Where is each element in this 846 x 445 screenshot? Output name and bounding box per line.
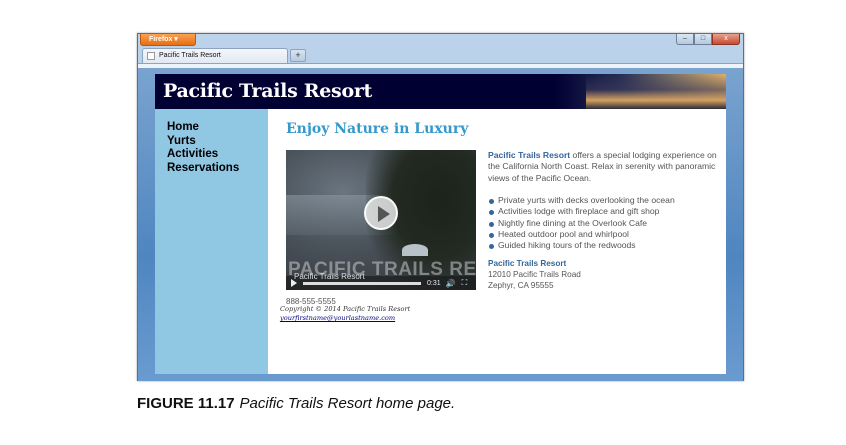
maximize-button[interactable]: □ [694,34,712,45]
window-controls: – □ x [676,34,740,45]
site-title: Pacific Trails Resort [163,80,373,102]
web-page: Pacific Trails Resort Home Yurts Activit… [155,74,726,374]
tab-title: Pacific Trails Resort [159,52,221,59]
browser-tab[interactable]: Pacific Trails Resort [142,48,288,63]
page-icon [147,52,155,60]
nav-link-reservations[interactable]: Reservations [167,162,268,176]
figure-caption: FIGURE 11.17 Pacific Trails Resort home p… [137,395,455,412]
intro-brand: Pacific Trails Resort [488,150,571,160]
copyright-text: Copyright © 2014 Pacific Trails Resort [280,305,411,313]
nav-link-yurts[interactable]: Yurts [167,135,268,149]
video-player[interactable]: PACIFIC TRAILS RESORT 0:31 🔊 ⛶ Pacific T… [286,150,476,290]
browser-content: Pacific Trails Resort Home Yurts Activit… [138,68,743,381]
tab-bar: Pacific Trails Resort + [138,48,743,63]
address-name: Pacific Trails Resort [488,259,567,268]
features-list: Private yurts with decks overlooking the… [488,195,720,251]
firefox-menu-button[interactable]: Firefox ▾ [140,34,196,46]
browser-window: Firefox ▾ – □ x Pacific Trails Resort + … [137,33,744,381]
video-title: Pacific Trails Resort [294,272,365,281]
nav-link-home[interactable]: Home [167,121,268,135]
site-header: Pacific Trails Resort [155,74,726,109]
main-content: Enjoy Nature in Luxury PACIFIC TRAILS RE… [268,109,726,374]
page-heading: Enjoy Nature in Luxury [286,121,469,137]
address-street: 12010 Pacific Trails Road [488,269,581,279]
close-button[interactable]: x [712,34,740,45]
list-item: Guided hiking tours of the redwoods [488,240,720,251]
address-block: Pacific Trails Resort 12010 Pacific Trai… [488,259,581,291]
minimize-button[interactable]: – [676,34,694,45]
volume-icon[interactable]: 🔊 [446,279,456,288]
site-nav: Home Yurts Activities Reservations [155,109,268,374]
caption-text: Pacific Trails Resort home page. [239,395,456,412]
list-item: Private yurts with decks overlooking the… [488,195,720,206]
intro-paragraph: Pacific Trails Resort offers a special l… [488,150,720,184]
caption-label: FIGURE 11.17 [137,395,235,412]
video-time: 0:31 [427,279,441,287]
list-item: Nightly fine dining at the Overlook Cafe [488,218,720,229]
nav-link-activities[interactable]: Activities [167,148,268,162]
fullscreen-icon[interactable]: ⛶ [462,278,468,288]
list-item: Activities lodge with fireplace and gift… [488,206,720,217]
sunset-banner-image [586,74,726,109]
video-yurt [402,244,428,256]
footer-email-link[interactable]: yourfirstname@yourlastname.com [280,314,410,323]
play-button[interactable] [364,196,398,230]
title-bar: Firefox ▾ – □ x [138,34,743,48]
video-progress-bar[interactable] [303,281,421,285]
new-tab-button[interactable]: + [290,49,306,62]
address-city: Zephyr, CA 95555 [488,280,554,290]
list-item: Heated outdoor pool and whirlpool [488,229,720,240]
site-footer: Copyright © 2014 Pacific Trails Resort y… [280,305,410,323]
